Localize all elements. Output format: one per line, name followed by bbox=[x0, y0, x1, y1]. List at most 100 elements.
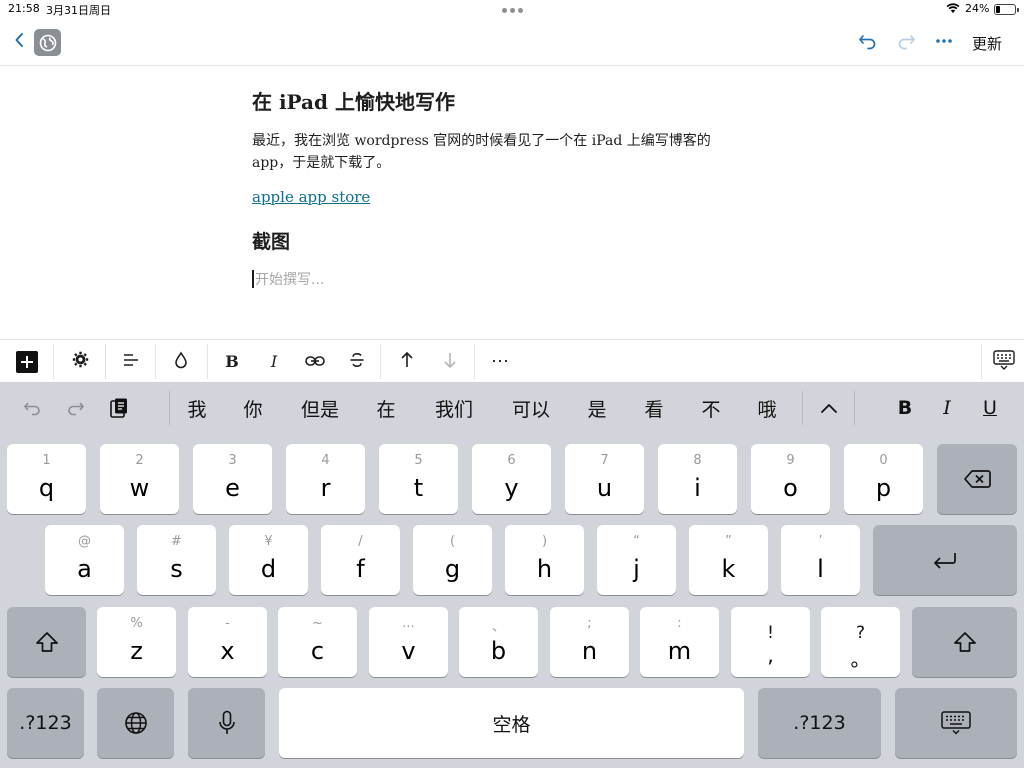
candidate-7[interactable]: 是 bbox=[577, 382, 617, 434]
candidate-2[interactable]: 你 bbox=[233, 382, 273, 434]
return-icon bbox=[873, 525, 1017, 595]
keyboard: 我 你 但是 在 我们 可以 是 看 不 哦 B I U 1q 2w 3e 4r… bbox=[0, 382, 1024, 768]
hide-keyboard-button[interactable] bbox=[984, 340, 1024, 383]
candidate-4[interactable]: 在 bbox=[366, 382, 406, 434]
key-y[interactable]: 6y bbox=[472, 444, 551, 514]
droplet-icon bbox=[174, 350, 188, 373]
editor-header: 更新 bbox=[0, 20, 1024, 66]
keyboard-underline-button[interactable]: U bbox=[973, 382, 1007, 434]
post-heading[interactable]: 截图 bbox=[252, 227, 290, 254]
candidate-1[interactable]: 我 bbox=[177, 382, 217, 434]
backspace-icon bbox=[937, 444, 1017, 514]
keyboard-dismiss-icon bbox=[895, 688, 1017, 758]
status-date: 3月31日周日 bbox=[46, 4, 111, 17]
move-down-button[interactable] bbox=[428, 340, 472, 383]
key-z[interactable]: % z bbox=[97, 607, 176, 677]
post-paragraph[interactable]: 最近，我在浏览 wordpress 官网的时候看见了一个在 iPad 上编写博客… bbox=[252, 130, 752, 174]
multitasking-dots[interactable] bbox=[502, 8, 523, 13]
align-button[interactable] bbox=[108, 340, 154, 383]
microphone-icon bbox=[188, 688, 265, 758]
plus-icon bbox=[15, 350, 38, 373]
key-x[interactable]: -x bbox=[188, 607, 267, 677]
key-j[interactable]: “j bbox=[597, 525, 676, 595]
candidate-9[interactable]: 不 bbox=[691, 382, 731, 434]
key-p[interactable]: 0p bbox=[844, 444, 923, 514]
dismiss-keyboard-key[interactable] bbox=[895, 688, 1017, 758]
gear-icon bbox=[72, 351, 89, 372]
strikethrough-button[interactable] bbox=[336, 340, 378, 383]
numbers-key-left[interactable]: .?123 bbox=[7, 688, 84, 758]
shift-key-right[interactable] bbox=[912, 607, 1017, 677]
key-l[interactable]: ’ l bbox=[781, 525, 860, 595]
key-f[interactable]: / f bbox=[321, 525, 400, 595]
shift-icon bbox=[912, 607, 1017, 677]
more-options-icon[interactable] bbox=[934, 31, 954, 55]
keyboard-redo-icon[interactable] bbox=[56, 382, 94, 434]
key-e[interactable]: 3e bbox=[193, 444, 272, 514]
backspace-key[interactable] bbox=[937, 444, 1017, 514]
arrow-up-icon bbox=[400, 351, 414, 373]
block-settings-button[interactable] bbox=[57, 340, 103, 383]
post-title[interactable]: 在 iPad 上愉快地写作 bbox=[252, 86, 455, 115]
key-k[interactable]: ” k bbox=[689, 525, 768, 595]
key-t[interactable]: 5t bbox=[379, 444, 458, 514]
bold-button[interactable]: B bbox=[210, 340, 254, 383]
candidate-6[interactable]: 可以 bbox=[501, 382, 561, 434]
paste-icon[interactable] bbox=[100, 382, 138, 434]
move-up-button[interactable] bbox=[385, 340, 429, 383]
globe-icon bbox=[97, 688, 174, 758]
format-toolbar: B I ⋯ bbox=[0, 339, 1024, 382]
key-g[interactable]: (g bbox=[413, 525, 492, 595]
key-c[interactable]: ~ c bbox=[278, 607, 357, 677]
more-tools-button[interactable]: ⋯ bbox=[478, 340, 522, 383]
status-time: 21:58 bbox=[8, 2, 40, 15]
space-key[interactable]: 空格 bbox=[279, 688, 744, 758]
link-icon bbox=[305, 352, 325, 371]
shift-key-left[interactable] bbox=[7, 607, 86, 677]
key-period[interactable]: ?。 bbox=[821, 607, 900, 677]
candidate-10[interactable]: 哦 bbox=[747, 382, 787, 434]
battery-percent: 24% bbox=[965, 2, 990, 15]
key-o[interactable]: 9o bbox=[751, 444, 830, 514]
key-n[interactable]: ; n bbox=[550, 607, 629, 677]
key-s[interactable]: # s bbox=[137, 525, 216, 595]
return-key[interactable] bbox=[873, 525, 1017, 595]
key-r[interactable]: 4r bbox=[286, 444, 365, 514]
globe-key[interactable] bbox=[97, 688, 174, 758]
key-b[interactable]: 、 b bbox=[459, 607, 538, 677]
link-button[interactable] bbox=[294, 340, 336, 383]
key-u[interactable]: 7u bbox=[565, 444, 644, 514]
key-m[interactable]: :m bbox=[640, 607, 719, 677]
paragraph-block-empty[interactable]: 开始撰写... bbox=[252, 269, 324, 289]
post-link[interactable]: apple app store bbox=[252, 188, 370, 206]
key-a[interactable]: @ a bbox=[45, 525, 124, 595]
candidate-8[interactable]: 看 bbox=[634, 382, 674, 434]
status-bar: 21:58 3月31日周日 24% bbox=[0, 0, 1024, 20]
key-comma[interactable]: !, bbox=[731, 607, 810, 677]
key-d[interactable]: ¥ d bbox=[229, 525, 308, 595]
update-button[interactable]: 更新 bbox=[972, 33, 1002, 54]
italic-button[interactable]: I bbox=[253, 340, 295, 383]
key-q[interactable]: 1q bbox=[7, 444, 86, 514]
key-v[interactable]: ... v bbox=[369, 607, 448, 677]
undo-icon[interactable] bbox=[858, 32, 878, 54]
align-left-icon bbox=[122, 352, 140, 372]
redo-icon[interactable] bbox=[896, 32, 916, 54]
candidate-5[interactable]: 我们 bbox=[424, 382, 484, 434]
highlight-button[interactable] bbox=[158, 340, 204, 383]
numbers-key-right[interactable]: .?123 bbox=[758, 688, 881, 758]
keyboard-bold-button[interactable]: B bbox=[888, 382, 922, 434]
expand-candidates-chevron-icon[interactable] bbox=[812, 382, 846, 434]
key-w[interactable]: 2w bbox=[100, 444, 179, 514]
key-i[interactable]: 8i bbox=[658, 444, 737, 514]
back-chevron-icon[interactable] bbox=[14, 32, 24, 52]
dictation-key[interactable] bbox=[188, 688, 265, 758]
add-block-button[interactable] bbox=[5, 340, 48, 383]
text-caret bbox=[252, 270, 254, 288]
candidate-3[interactable]: 但是 bbox=[290, 382, 350, 434]
keyboard-undo-icon[interactable] bbox=[14, 382, 52, 434]
keyboard-italic-button[interactable]: I bbox=[930, 382, 964, 434]
key-h[interactable]: ) h bbox=[505, 525, 584, 595]
paragraph-placeholder: 开始撰写... bbox=[255, 272, 325, 288]
site-globe-icon[interactable] bbox=[34, 29, 61, 56]
